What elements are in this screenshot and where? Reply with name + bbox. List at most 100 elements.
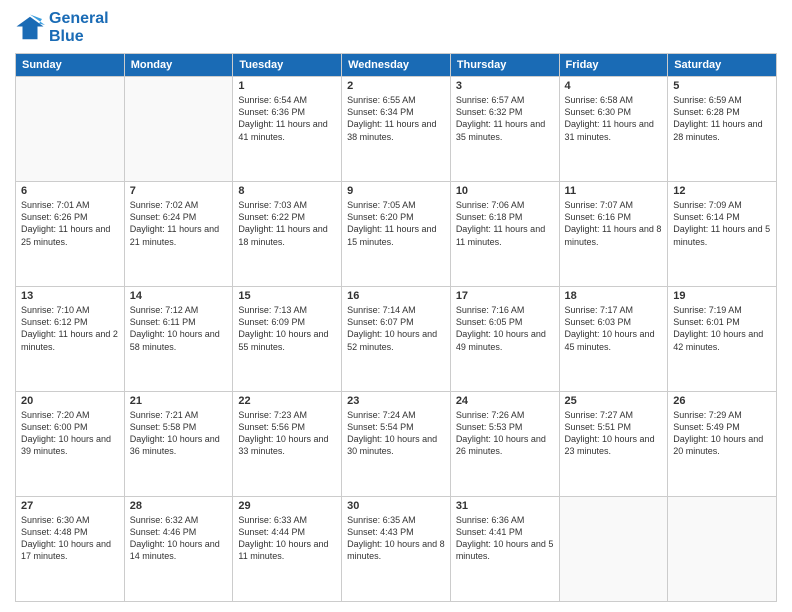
- weekday-header-sunday: Sunday: [16, 54, 125, 77]
- page: General Blue SundayMondayTuesdayWednesda…: [0, 0, 792, 612]
- day-info: Sunrise: 7:20 AM Sunset: 6:00 PM Dayligh…: [21, 409, 119, 458]
- day-info: Sunrise: 7:13 AM Sunset: 6:09 PM Dayligh…: [238, 304, 336, 353]
- calendar-week-row: 27 Sunrise: 6:30 AM Sunset: 4:48 PM Dayli…: [16, 497, 777, 602]
- day-number: 15: [238, 290, 336, 302]
- day-info: Sunrise: 7:03 AM Sunset: 6:22 PM Dayligh…: [238, 199, 336, 248]
- day-info: Sunrise: 7:19 AM Sunset: 6:01 PM Dayligh…: [673, 304, 771, 353]
- weekday-header-monday: Monday: [124, 54, 233, 77]
- calendar-cell: 26 Sunrise: 7:29 AM Sunset: 5:49 PM Dayli…: [668, 392, 777, 497]
- weekday-header-thursday: Thursday: [450, 54, 559, 77]
- calendar-cell: 22 Sunrise: 7:23 AM Sunset: 5:56 PM Dayli…: [233, 392, 342, 497]
- day-info: Sunrise: 7:16 AM Sunset: 6:05 PM Dayligh…: [456, 304, 554, 353]
- weekday-header-tuesday: Tuesday: [233, 54, 342, 77]
- calendar-cell: [124, 77, 233, 182]
- calendar-cell: 4 Sunrise: 6:58 AM Sunset: 6:30 PM Daylig…: [559, 77, 668, 182]
- day-info: Sunrise: 6:35 AM Sunset: 4:43 PM Dayligh…: [347, 514, 445, 563]
- day-number: 17: [456, 290, 554, 302]
- calendar-cell: 30 Sunrise: 6:35 AM Sunset: 4:43 PM Dayli…: [342, 497, 451, 602]
- calendar-cell: 15 Sunrise: 7:13 AM Sunset: 6:09 PM Dayli…: [233, 287, 342, 392]
- calendar-cell: 14 Sunrise: 7:12 AM Sunset: 6:11 PM Dayli…: [124, 287, 233, 392]
- calendar-cell: 27 Sunrise: 6:30 AM Sunset: 4:48 PM Dayli…: [16, 497, 125, 602]
- day-number: 3: [456, 80, 554, 92]
- calendar-cell: 9Sunrise: 7:05 AM Sunset: 6:20 PM Daylig…: [342, 182, 451, 287]
- day-info: Sunrise: 7:17 AM Sunset: 6:03 PM Dayligh…: [565, 304, 663, 353]
- calendar-cell: 31Sunrise: 6:36 AM Sunset: 4:41 PM Dayli…: [450, 497, 559, 602]
- day-info: Sunrise: 7:21 AM Sunset: 5:58 PM Dayligh…: [130, 409, 228, 458]
- calendar-cell: 3Sunrise: 6:57 AM Sunset: 6:32 PM Daylig…: [450, 77, 559, 182]
- day-number: 21: [130, 395, 228, 407]
- calendar-cell: 17 Sunrise: 7:16 AM Sunset: 6:05 PM Dayli…: [450, 287, 559, 392]
- day-number: 9: [347, 185, 445, 197]
- logo-text: General Blue: [49, 10, 109, 45]
- logo-icon: [15, 13, 45, 43]
- day-info: Sunrise: 7:27 AM Sunset: 5:51 PM Dayligh…: [565, 409, 663, 458]
- day-number: 23: [347, 395, 445, 407]
- day-info: Sunrise: 7:12 AM Sunset: 6:11 PM Dayligh…: [130, 304, 228, 353]
- calendar-cell: 29 Sunrise: 6:33 AM Sunset: 4:44 PM Dayli…: [233, 497, 342, 602]
- day-info: Sunrise: 7:10 AM Sunset: 6:12 PM Dayligh…: [21, 304, 119, 353]
- calendar-cell: 11Sunrise: 7:07 AM Sunset: 6:16 PM Dayli…: [559, 182, 668, 287]
- day-number: 4: [565, 80, 663, 92]
- calendar-cell: 25 Sunrise: 7:27 AM Sunset: 5:51 PM Dayli…: [559, 392, 668, 497]
- weekday-header-row: SundayMondayTuesdayWednesdayThursdayFrid…: [16, 54, 777, 77]
- calendar-cell: 21 Sunrise: 7:21 AM Sunset: 5:58 PM Dayli…: [124, 392, 233, 497]
- calendar-cell: 12 Sunrise: 7:09 AM Sunset: 6:14 PM Dayli…: [668, 182, 777, 287]
- day-number: 13: [21, 290, 119, 302]
- calendar-cell: 5 Sunrise: 6:59 AM Sunset: 6:28 PM Daylig…: [668, 77, 777, 182]
- day-info: Sunrise: 6:54 AM Sunset: 6:36 PM Dayligh…: [238, 94, 336, 143]
- calendar-cell: 23 Sunrise: 7:24 AM Sunset: 5:54 PM Dayli…: [342, 392, 451, 497]
- day-number: 8: [238, 185, 336, 197]
- day-info: Sunrise: 6:55 AM Sunset: 6:34 PM Dayligh…: [347, 94, 445, 143]
- calendar-cell: 16 Sunrise: 7:14 AM Sunset: 6:07 PM Dayli…: [342, 287, 451, 392]
- day-number: 22: [238, 395, 336, 407]
- day-number: 19: [673, 290, 771, 302]
- calendar-cell: 2 Sunrise: 6:55 AM Sunset: 6:34 PM Daylig…: [342, 77, 451, 182]
- day-info: Sunrise: 6:58 AM Sunset: 6:30 PM Dayligh…: [565, 94, 663, 143]
- calendar-cell: 20Sunrise: 7:20 AM Sunset: 6:00 PM Dayli…: [16, 392, 125, 497]
- day-number: 26: [673, 395, 771, 407]
- calendar-table: SundayMondayTuesdayWednesdayThursdayFrid…: [15, 53, 777, 602]
- day-info: Sunrise: 7:09 AM Sunset: 6:14 PM Dayligh…: [673, 199, 771, 248]
- day-number: 2: [347, 80, 445, 92]
- day-number: 5: [673, 80, 771, 92]
- day-info: Sunrise: 7:29 AM Sunset: 5:49 PM Dayligh…: [673, 409, 771, 458]
- day-number: 30: [347, 500, 445, 512]
- calendar-cell: [559, 497, 668, 602]
- day-number: 31: [456, 500, 554, 512]
- day-number: 6: [21, 185, 119, 197]
- logo: General Blue: [15, 10, 109, 45]
- calendar-week-row: 13 Sunrise: 7:10 AM Sunset: 6:12 PM Dayli…: [16, 287, 777, 392]
- day-number: 29: [238, 500, 336, 512]
- day-number: 27: [21, 500, 119, 512]
- calendar-cell: 18 Sunrise: 7:17 AM Sunset: 6:03 PM Dayli…: [559, 287, 668, 392]
- day-number: 14: [130, 290, 228, 302]
- calendar-cell: 24Sunrise: 7:26 AM Sunset: 5:53 PM Dayli…: [450, 392, 559, 497]
- day-info: Sunrise: 6:33 AM Sunset: 4:44 PM Dayligh…: [238, 514, 336, 563]
- day-number: 28: [130, 500, 228, 512]
- header: General Blue: [15, 10, 777, 45]
- day-number: 12: [673, 185, 771, 197]
- calendar-cell: 10Sunrise: 7:06 AM Sunset: 6:18 PM Dayli…: [450, 182, 559, 287]
- calendar-cell: 13 Sunrise: 7:10 AM Sunset: 6:12 PM Dayli…: [16, 287, 125, 392]
- day-info: Sunrise: 7:24 AM Sunset: 5:54 PM Dayligh…: [347, 409, 445, 458]
- calendar-cell: 19 Sunrise: 7:19 AM Sunset: 6:01 PM Dayli…: [668, 287, 777, 392]
- day-number: 16: [347, 290, 445, 302]
- day-info: Sunrise: 6:30 AM Sunset: 4:48 PM Dayligh…: [21, 514, 119, 563]
- calendar-cell: 6Sunrise: 7:01 AM Sunset: 6:26 PM Daylig…: [16, 182, 125, 287]
- day-number: 24: [456, 395, 554, 407]
- day-info: Sunrise: 7:14 AM Sunset: 6:07 PM Dayligh…: [347, 304, 445, 353]
- weekday-header-wednesday: Wednesday: [342, 54, 451, 77]
- day-info: Sunrise: 6:32 AM Sunset: 4:46 PM Dayligh…: [130, 514, 228, 563]
- calendar-cell: 7Sunrise: 7:02 AM Sunset: 6:24 PM Daylig…: [124, 182, 233, 287]
- day-info: Sunrise: 7:07 AM Sunset: 6:16 PM Dayligh…: [565, 199, 663, 248]
- day-number: 25: [565, 395, 663, 407]
- weekday-header-saturday: Saturday: [668, 54, 777, 77]
- calendar-cell: 28 Sunrise: 6:32 AM Sunset: 4:46 PM Dayli…: [124, 497, 233, 602]
- day-info: Sunrise: 7:02 AM Sunset: 6:24 PM Dayligh…: [130, 199, 228, 248]
- day-info: Sunrise: 6:59 AM Sunset: 6:28 PM Dayligh…: [673, 94, 771, 143]
- day-info: Sunrise: 7:06 AM Sunset: 6:18 PM Dayligh…: [456, 199, 554, 248]
- calendar-cell: [16, 77, 125, 182]
- day-info: Sunrise: 7:23 AM Sunset: 5:56 PM Dayligh…: [238, 409, 336, 458]
- day-number: 18: [565, 290, 663, 302]
- calendar-week-row: 20Sunrise: 7:20 AM Sunset: 6:00 PM Dayli…: [16, 392, 777, 497]
